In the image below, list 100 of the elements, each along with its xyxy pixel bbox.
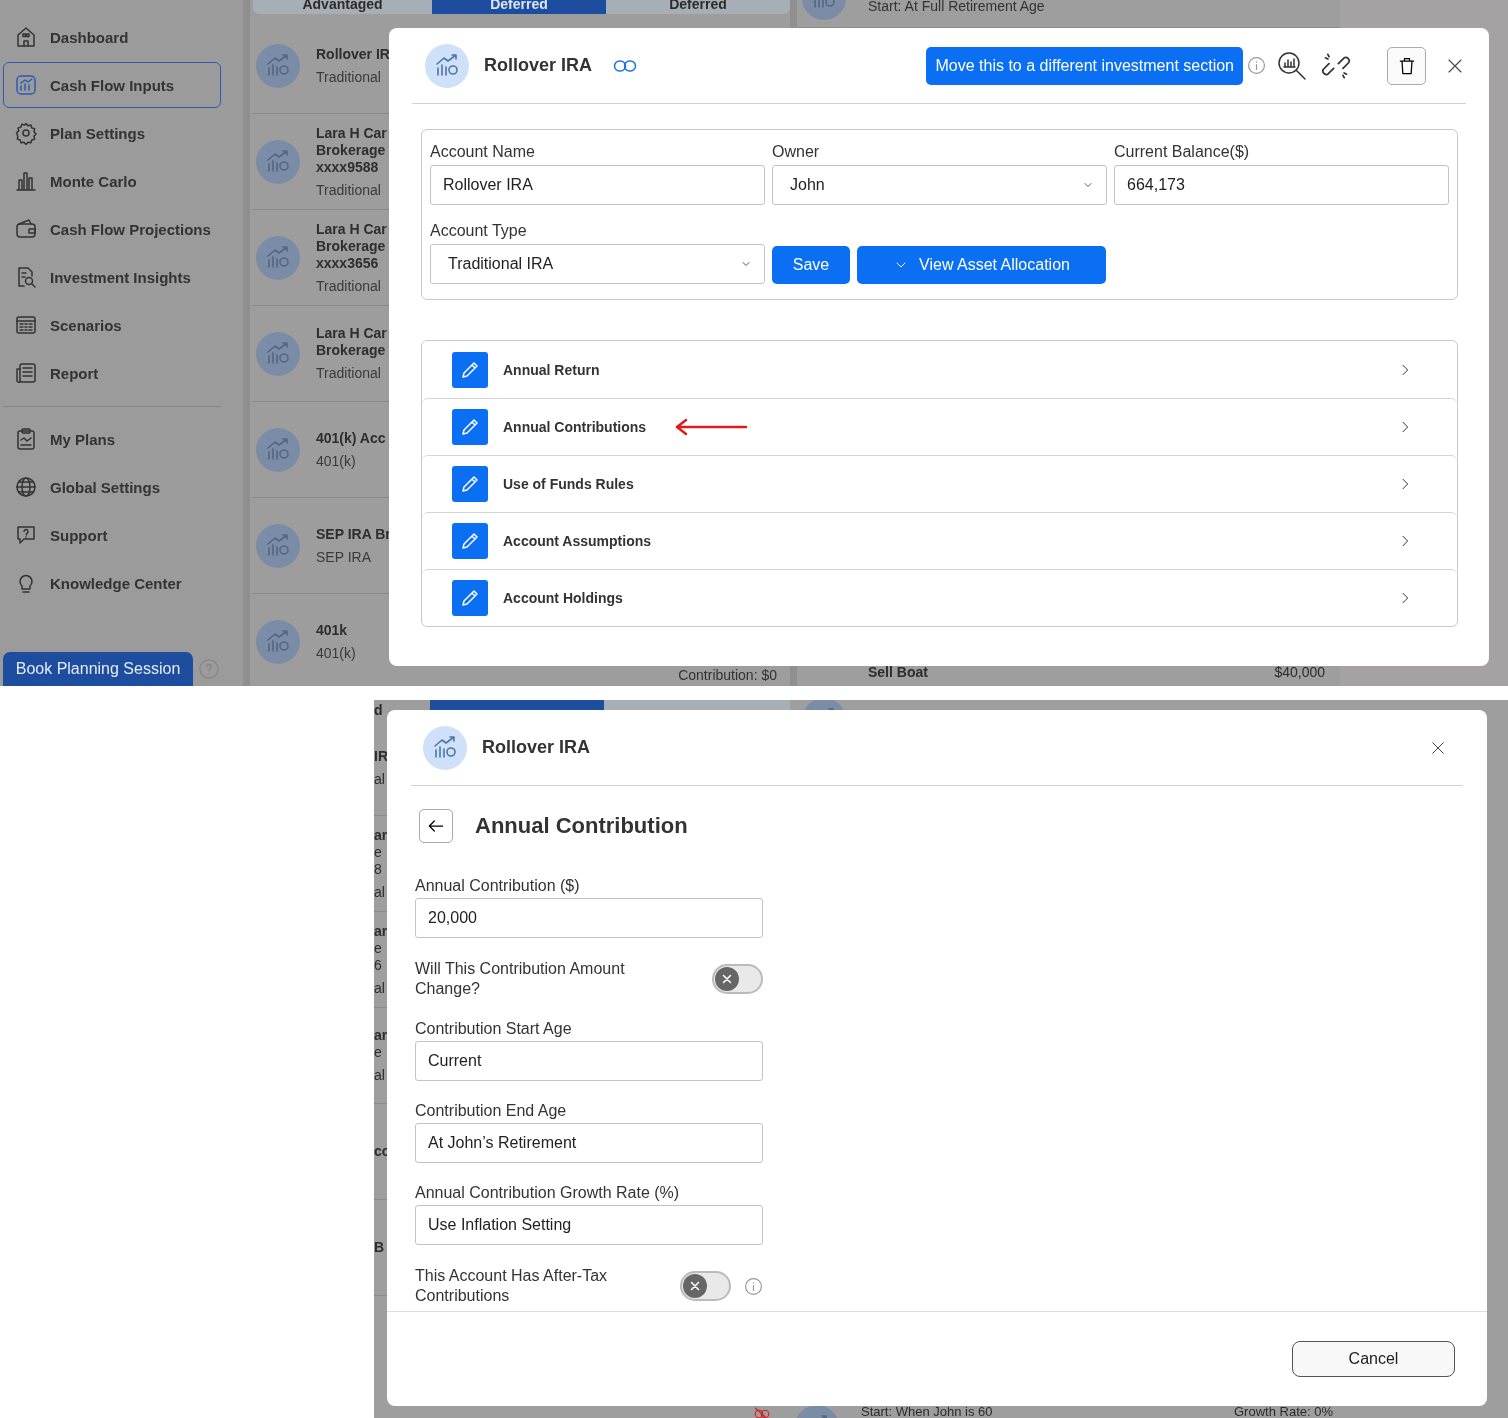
pencil-icon [452,351,488,388]
event-start-text: Start: At Full Retirement Age [868,0,1045,12]
link-icon[interactable] [612,58,639,73]
unlink-icon [753,1405,771,1418]
account-name: Brokerage [316,342,387,359]
account-text: 8 [374,860,383,878]
section-heading: Annual Contribution [475,813,688,839]
sidebar-item[interactable]: Report [3,350,221,396]
contribution-text: Contribution: $0 [678,667,777,683]
account-text: al [374,883,386,901]
sidebar-item[interactable]: Investment Insights [3,254,221,300]
account-chart-icon [423,725,467,770]
document-icon [14,361,38,385]
modal-title: Rollover IRA [482,737,591,758]
account-name: Brokerage [316,141,387,159]
account-type: 401(k) [316,452,357,470]
account-text: IR [374,747,387,765]
toggle-switch[interactable] [680,1271,731,1301]
toggle-switch[interactable] [712,964,763,994]
toggle-label: This Account Has After-Tax Contributions [415,1266,609,1306]
sidebar-item[interactable]: Cash Flow Projections [3,206,221,252]
field-label: Owner [772,142,821,162]
sidebar-item[interactable]: Global Settings [3,464,221,510]
modal-title: Rollover IRA [484,55,593,76]
input-field[interactable]: 664,173 [1114,165,1449,205]
field-label: Account Name [430,142,536,162]
account-text: e [374,1044,383,1061]
account-text: B [374,1239,386,1256]
account-chart-icon [256,523,300,568]
account-chart-icon [256,139,300,184]
account-name: Lara H Car [316,220,387,238]
account-name: Lara H Car [316,325,387,342]
account-name: 401(k) Acc [316,429,386,447]
account-type: 401(k) [316,644,356,662]
input-field[interactable]: Current [415,1041,763,1081]
sidebar-item[interactable]: Cash Flow Inputs [3,62,221,108]
close-icon[interactable] [1430,739,1446,756]
pencil-icon [452,466,488,502]
account-chart-icon [256,619,300,664]
x-knob-icon [715,967,739,991]
view-allocation-button[interactable]: View Asset Allocation [857,246,1106,284]
account-chart-icon [256,427,300,472]
pencil-icon [452,580,488,616]
move-section-button[interactable]: Move this to a different investment section [926,46,1243,85]
account-chart-icon [425,43,469,88]
account-name: Lara H Car [316,124,387,142]
save-button[interactable]: Save [772,246,850,284]
magnifier-chart-icon[interactable] [1276,49,1308,82]
calculator-icon [14,313,38,337]
sidebar-item[interactable]: Scenarios [3,302,221,348]
info-icon[interactable] [1247,56,1266,75]
account-name: 401k [316,621,349,639]
account-chart-icon [256,43,300,88]
account-name: Brokerage [316,237,387,255]
select-field[interactable]: Traditional IRA [430,244,765,284]
account-name: xxxx9588 [316,158,380,176]
book-session-button[interactable]: Book Planning Session [3,652,193,686]
sidebar-item[interactable]: My Plans [3,416,221,462]
field-label: Annual Contribution Growth Rate (%) [415,1184,681,1202]
account-name: xxxx3656 [316,254,380,272]
account-text: ar [374,1027,387,1044]
field-label: Annual Contribution ($) [415,877,581,895]
select-field[interactable]: John [772,165,1107,205]
account-text: ar [374,922,387,940]
broken-link-icon[interactable] [1322,51,1350,80]
field-label: Current Balance($) [1114,142,1251,162]
info-icon[interactable] [744,1276,763,1296]
cancel-button[interactable]: Cancel [1292,1341,1455,1377]
growth-rate-text: Growth Rate: 0% [1234,1406,1333,1418]
account-text: ar [374,826,387,844]
sidebar-item[interactable]: Dashboard [3,14,221,60]
speech-bubble-icon [14,523,38,547]
x-knob-icon [683,1274,707,1298]
event-name: Sell Boat [868,664,928,680]
account-chart-icon [256,235,300,280]
pencil-icon [452,523,488,559]
house-icon [14,25,38,49]
account-type: Traditional [316,68,382,86]
sidebar-item[interactable]: Plan Settings [3,110,221,156]
section-row[interactable]: Account Holdings [422,569,1457,626]
back-button[interactable] [419,809,453,843]
field-label: Contribution End Age [415,1102,568,1120]
input-field[interactable]: Use Inflation Setting [415,1205,763,1245]
account-chart-icon [256,331,300,376]
gear-icon [14,121,38,145]
toggle-label: Will This Contribution Amount Change? [415,959,626,999]
sidebar-item[interactable]: Knowledge Center [3,560,221,606]
input-field[interactable]: At John’s Retirement [415,1123,763,1163]
event-start-text: Start: When John is 60 [861,1406,993,1418]
pencil-icon [452,409,488,445]
sidebar-item[interactable]: Monte Carlo [3,158,221,204]
account-text: e [374,843,383,861]
chart-icon [14,73,38,97]
account-text: al [374,770,386,788]
delete-button[interactable] [1387,46,1426,85]
event-amount: $40,000 [1274,664,1325,680]
sidebar-item[interactable]: Support [3,512,221,558]
globe-icon [14,475,38,499]
input-field[interactable]: Rollover IRA [430,165,765,205]
input-field[interactable]: 20,000 [415,898,763,938]
